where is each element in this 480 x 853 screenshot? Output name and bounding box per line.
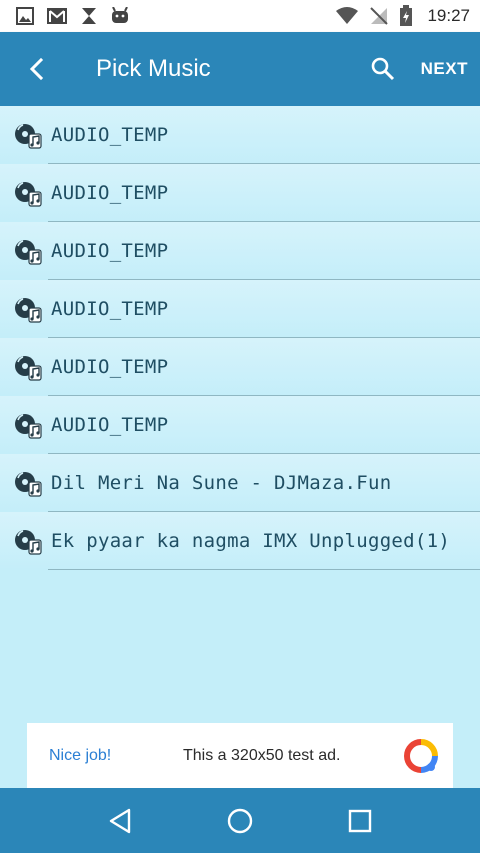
song-title: AUDIO_TEMP <box>51 414 169 436</box>
ad-text: This a 320x50 test ad. <box>183 746 341 764</box>
app-bar: Pick Music NEXT <box>0 32 480 106</box>
recents-square-icon <box>348 809 372 832</box>
wifi-icon <box>335 7 359 25</box>
status-right-icons: 19:27 <box>335 5 470 27</box>
song-list-item[interactable]: AUDIO_TEMP <box>0 106 480 164</box>
song-title: Dil Meri Na Sune - DJMaza.Fun <box>51 472 392 494</box>
status-bar: 19:27 <box>0 0 480 32</box>
ad-logo-icon <box>404 738 438 773</box>
battery-icon <box>399 5 413 27</box>
navigation-bar <box>0 788 480 853</box>
song-title: AUDIO_TEMP <box>51 298 169 320</box>
song-list-item[interactable]: AUDIO_TEMP <box>0 338 480 396</box>
home-circle-icon <box>227 808 253 833</box>
search-button[interactable] <box>359 45 407 93</box>
song-list-item[interactable]: AUDIO_TEMP <box>0 222 480 280</box>
song-list-item[interactable]: AUDIO_TEMP <box>0 396 480 454</box>
music-list: AUDIO_TEMP AUDIO_TEMP AUDIO_TEMP AUDIO_T… <box>0 106 480 570</box>
back-triangle-icon <box>109 808 131 833</box>
music-disc-icon <box>15 298 42 323</box>
search-icon <box>371 57 394 81</box>
song-title: AUDIO_TEMP <box>51 124 169 146</box>
ad-banner[interactable]: Nice job! This a 320x50 test ad. <box>27 723 453 788</box>
page-title: Pick Music <box>96 55 211 82</box>
song-list-item[interactable]: Dil Meri Na Sune - DJMaza.Fun <box>0 454 480 512</box>
image-icon <box>16 7 34 25</box>
song-title: Ek pyaar ka nagma IMX Unplugged(1) <box>51 530 451 552</box>
gmail-icon <box>46 7 68 25</box>
music-disc-icon <box>15 414 42 439</box>
no-signal-icon <box>369 6 389 26</box>
nav-back-button[interactable] <box>92 793 148 849</box>
next-button[interactable]: NEXT <box>413 45 480 93</box>
sync-icon <box>80 6 98 26</box>
song-title: AUDIO_TEMP <box>51 356 169 378</box>
chevron-left-icon <box>29 57 44 81</box>
song-title: AUDIO_TEMP <box>51 182 169 204</box>
status-left-icons <box>16 6 130 26</box>
android-icon <box>110 7 130 25</box>
song-list-item[interactable]: AUDIO_TEMP <box>0 164 480 222</box>
music-disc-icon <box>15 124 42 149</box>
song-list-item[interactable]: AUDIO_TEMP <box>0 280 480 338</box>
status-time: 19:27 <box>427 6 470 25</box>
nav-home-button[interactable] <box>212 793 268 849</box>
song-list-item[interactable]: Ek pyaar ka nagma IMX Unplugged(1) <box>0 512 480 570</box>
music-disc-icon <box>15 472 42 497</box>
song-title: AUDIO_TEMP <box>51 240 169 262</box>
nav-recents-button[interactable] <box>332 793 388 849</box>
music-disc-icon <box>15 356 42 381</box>
music-disc-icon <box>15 530 42 555</box>
music-disc-icon <box>15 182 42 207</box>
music-disc-icon <box>15 240 42 265</box>
back-button[interactable] <box>0 32 74 106</box>
ad-title: Nice job! <box>49 746 112 764</box>
